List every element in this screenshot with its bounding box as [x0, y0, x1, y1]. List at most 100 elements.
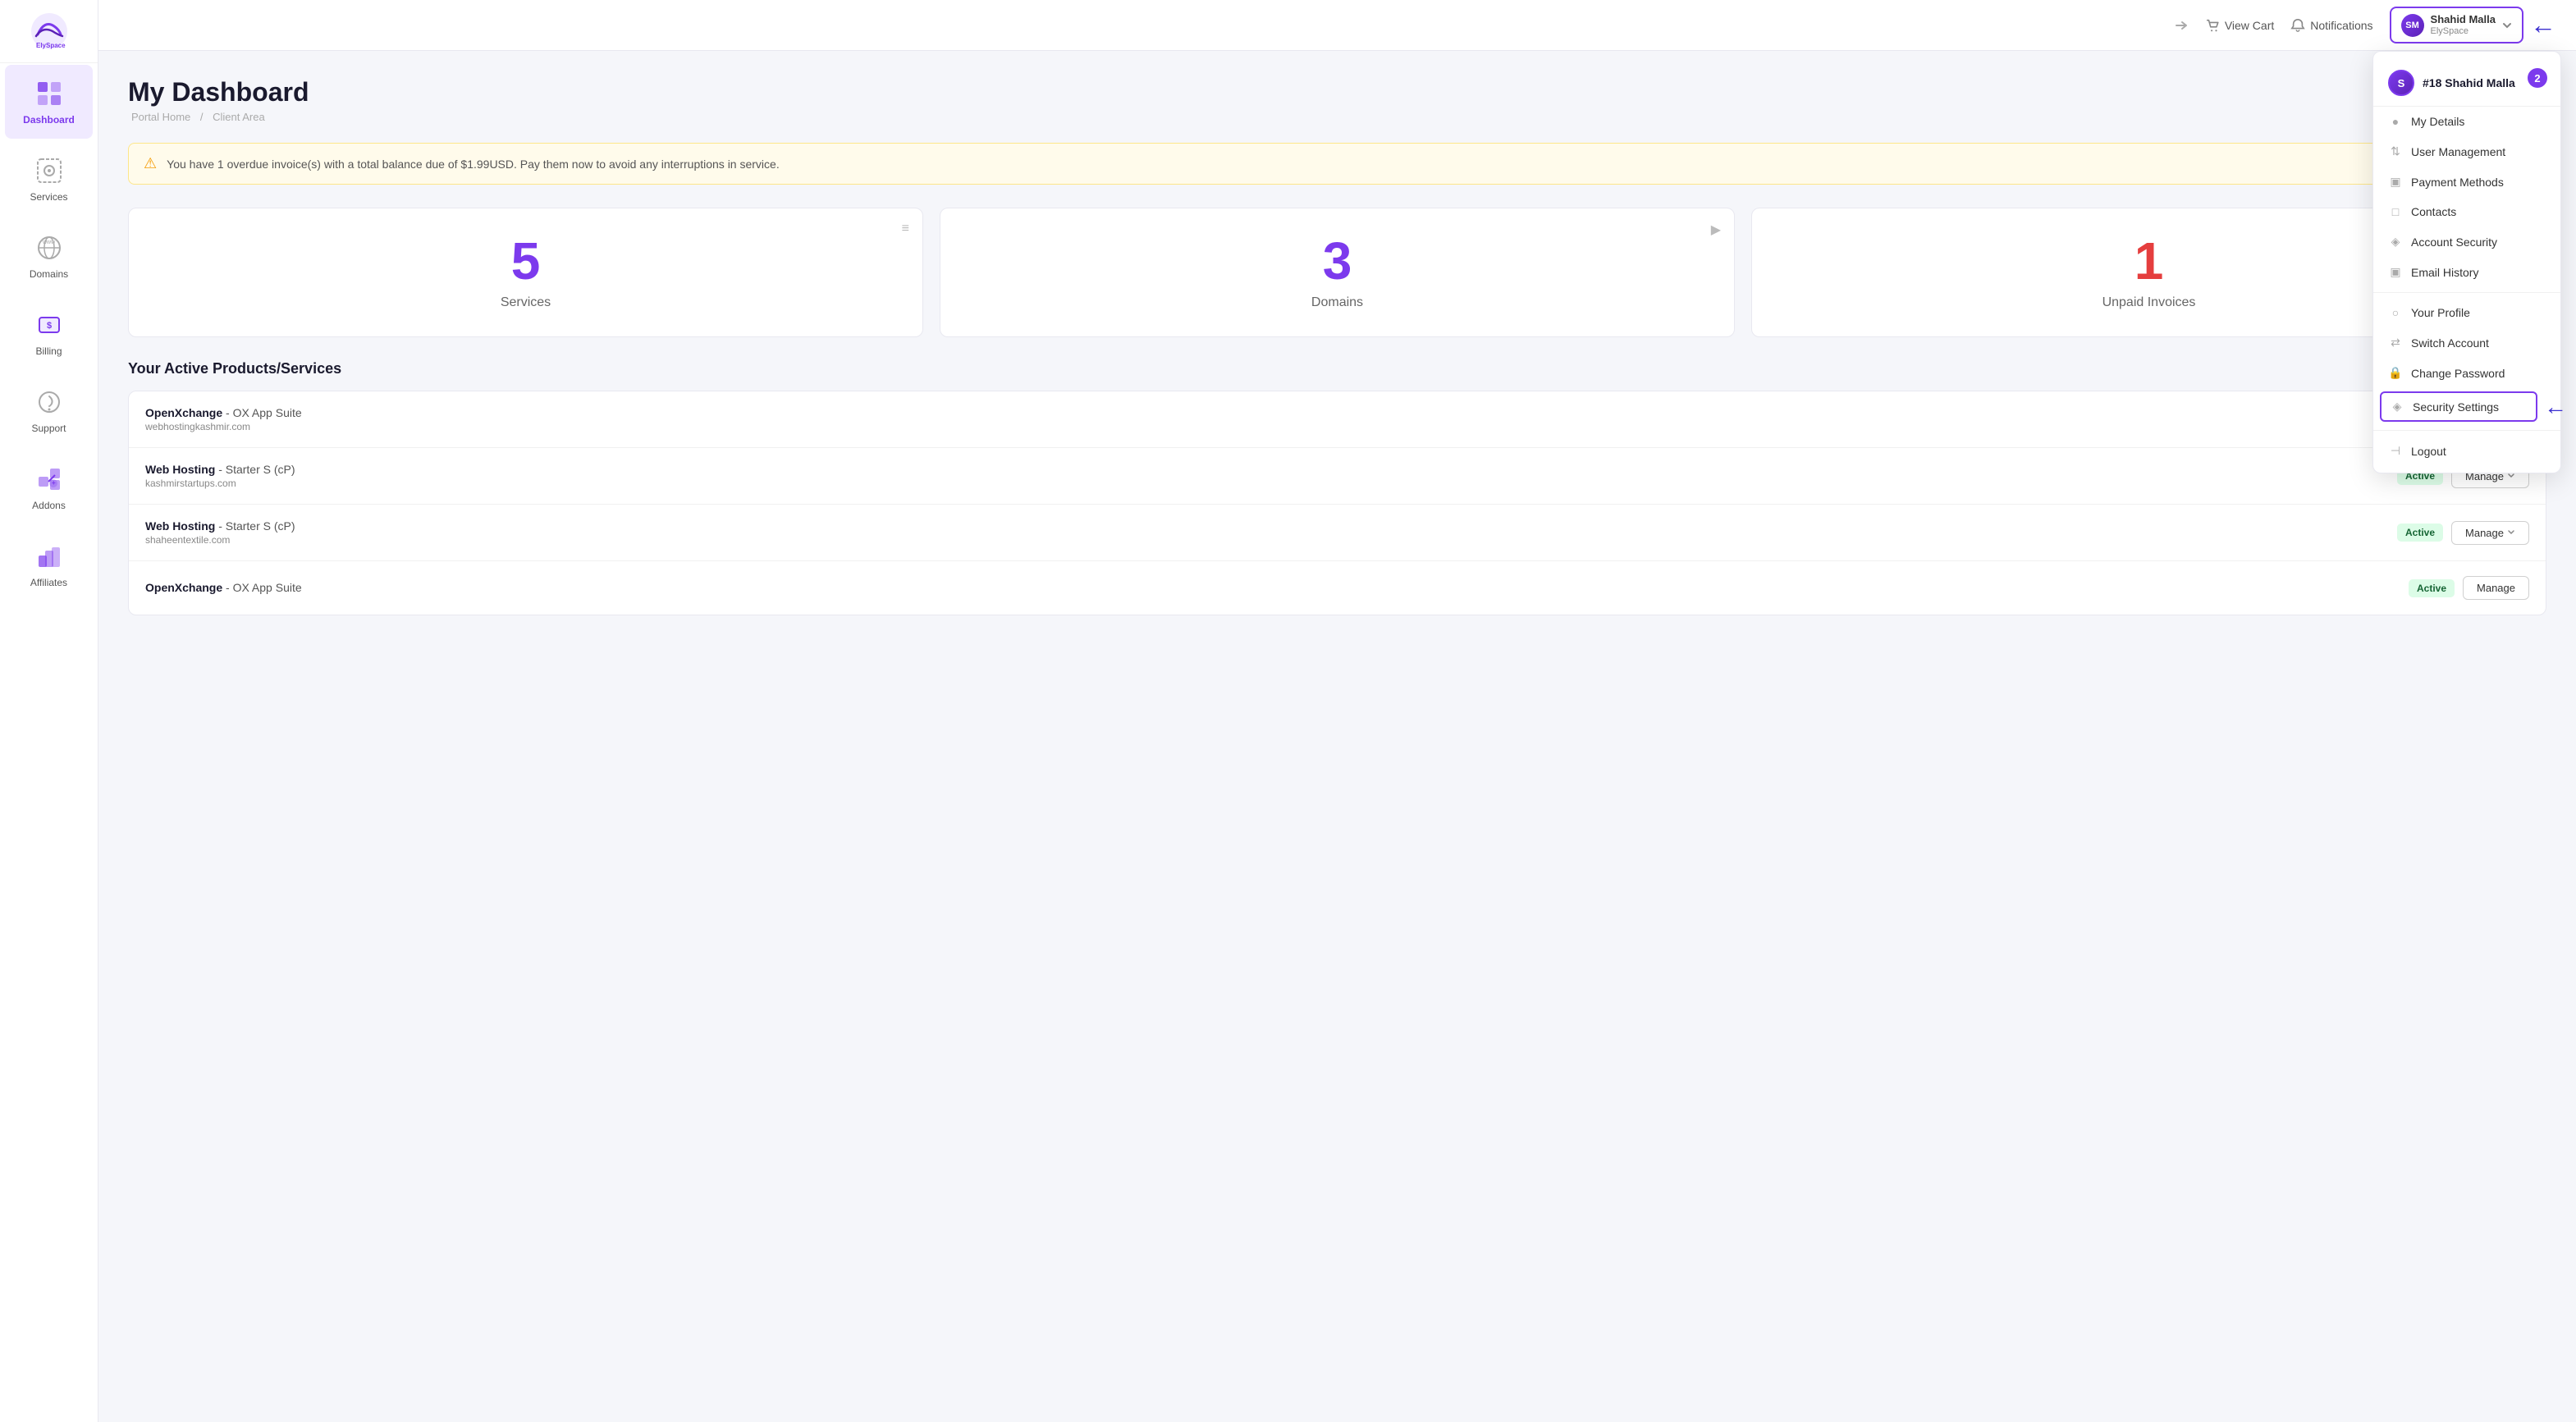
- dropdown-chevron-icon: [2502, 21, 2512, 30]
- dropdown-item-payment-methods[interactable]: ▣ Payment Methods: [2373, 167, 2560, 197]
- dropdown-label-your-profile: Your Profile: [2411, 306, 2470, 319]
- dropdown-label-security-settings: Security Settings: [2413, 400, 2499, 414]
- sidebar-item-addons[interactable]: + Addons: [5, 450, 93, 524]
- product-name-2: Web Hosting - Starter S (cP): [145, 463, 295, 476]
- user-name-label: Shahid Malla: [2431, 13, 2496, 26]
- my-details-icon: ●: [2388, 115, 2403, 128]
- sidebar: ElySpace Dashboard Services: [0, 0, 98, 1422]
- switch-account-icon: ⇄: [2388, 336, 2403, 350]
- breadcrumb-current: Client Area: [213, 111, 265, 123]
- svg-text:$: $: [47, 321, 52, 331]
- product-actions-3: Active Manage: [2397, 521, 2529, 545]
- view-cart-button[interactable]: View Cart: [2205, 18, 2274, 33]
- stat-label-invoices: Unpaid Invoices: [2102, 295, 2196, 310]
- dropdown-item-account-security[interactable]: ◈ Account Security: [2373, 226, 2560, 257]
- table-row: OpenXchange - OX App Suite webhostingkas…: [129, 391, 2546, 448]
- security-settings-icon: ◈: [2390, 400, 2404, 414]
- stat-icon-services: ≡: [902, 222, 909, 236]
- user-dropdown-menu: S #18 Shahid Malla 2 ● My Details ⇅ User…: [2372, 51, 2561, 473]
- topbar: View Cart Notifications SM Shahid Malla …: [98, 0, 2576, 51]
- dropdown-arrow-icon-2: [2507, 528, 2515, 537]
- sidebar-item-label-affiliates: Affiliates: [30, 577, 67, 588]
- notifications-button[interactable]: Notifications: [2290, 18, 2372, 33]
- dropdown-label-logout: Logout: [2411, 445, 2446, 458]
- stat-card-services[interactable]: ≡ 5 Services: [128, 208, 923, 337]
- sidebar-item-affiliates[interactable]: Affiliates: [5, 528, 93, 601]
- stat-number-invoices: 1: [2134, 235, 2164, 287]
- stat-card-domains[interactable]: ▶ 3 Domains: [940, 208, 1735, 337]
- sidebar-item-label-billing: Billing: [35, 345, 62, 357]
- dropdown-item-my-details[interactable]: ● My Details: [2373, 107, 2560, 136]
- svg-text:+: +: [52, 479, 56, 487]
- svg-text:ElySpace: ElySpace: [36, 42, 66, 49]
- stat-icon-domains: ▶: [1711, 222, 1721, 238]
- sidebar-item-label-support: Support: [31, 423, 66, 434]
- sidebar-item-support[interactable]: Support: [5, 373, 93, 447]
- dropdown-account-name: #18 Shahid Malla: [2423, 76, 2515, 89]
- contacts-icon: □: [2388, 205, 2403, 218]
- product-list: OpenXchange - OX App Suite webhostingkas…: [128, 391, 2546, 615]
- breadcrumb: Portal Home / Client Area: [128, 111, 2546, 123]
- notifications-label: Notifications: [2310, 19, 2372, 32]
- sidebar-item-domains[interactable]: www Domains: [5, 219, 93, 293]
- cart-icon: [2205, 18, 2220, 33]
- status-badge-4: Active: [2409, 579, 2455, 597]
- dropdown-label-my-details: My Details: [2411, 115, 2464, 128]
- stat-label-domains: Domains: [1311, 295, 1363, 310]
- status-badge-3: Active: [2397, 524, 2443, 542]
- product-info-1: OpenXchange - OX App Suite webhostingkas…: [145, 406, 302, 432]
- product-domain-3: shaheentextile.com: [145, 534, 295, 546]
- manage-button-3[interactable]: Manage: [2451, 521, 2529, 545]
- sidebar-item-dashboard[interactable]: Dashboard: [5, 65, 93, 139]
- dropdown-label-contacts: Contacts: [2411, 205, 2456, 218]
- billing-icon: $: [34, 309, 65, 341]
- affiliates-icon: [34, 541, 65, 572]
- arrow-annotation-security: ←: [2544, 394, 2567, 420]
- dropdown-item-email-history[interactable]: ▣ Email History: [2373, 257, 2560, 287]
- dropdown-item-security-settings[interactable]: ◈ Security Settings: [2380, 391, 2537, 422]
- product-info-3: Web Hosting - Starter S (cP) shaheentext…: [145, 519, 295, 546]
- dropdown-label-payment-methods: Payment Methods: [2411, 176, 2504, 189]
- dropdown-item-change-password[interactable]: 🔒 Change Password: [2373, 358, 2560, 388]
- bell-icon: [2290, 18, 2305, 33]
- product-domain-1: webhostingkashmir.com: [145, 421, 302, 432]
- breadcrumb-home[interactable]: Portal Home: [131, 111, 190, 123]
- arrow-annotation-topbar: ←: [2530, 10, 2556, 40]
- user-info: Shahid Malla ElySpace: [2431, 13, 2496, 37]
- product-info-2: Web Hosting - Starter S (cP) kashmirstar…: [145, 463, 295, 489]
- dropdown-badge: 2: [2528, 68, 2547, 88]
- user-avatar: SM: [2401, 14, 2424, 37]
- product-info-4: OpenXchange - OX App Suite: [145, 581, 302, 596]
- services-icon: [34, 155, 65, 186]
- breadcrumb-sep: /: [200, 111, 204, 123]
- domains-icon: www: [34, 232, 65, 263]
- dropdown-divider-1: [2373, 292, 2560, 293]
- product-domain-2: kashmirstartups.com: [145, 478, 295, 489]
- dropdown-label-change-password: Change Password: [2411, 367, 2505, 380]
- sidebar-item-label-services: Services: [30, 191, 67, 203]
- dropdown-item-user-management[interactable]: ⇅ User Management: [2373, 136, 2560, 167]
- dropdown-label-account-security: Account Security: [2411, 235, 2497, 249]
- product-name-4: OpenXchange - OX App Suite: [145, 581, 302, 594]
- sidebar-item-services[interactable]: Services: [5, 142, 93, 216]
- table-row: Web Hosting - Starter S (cP) kashmirstar…: [129, 448, 2546, 505]
- main-content: View Cart Notifications SM Shahid Malla …: [98, 0, 2576, 1422]
- user-company-label: ElySpace: [2431, 26, 2496, 37]
- user-menu-container: SM Shahid Malla ElySpace ←: [2390, 7, 2556, 43]
- addons-icon: +: [34, 464, 65, 495]
- page-body: My Dashboard Portal Home / Client Area ⚠…: [98, 51, 2576, 1422]
- forward-button[interactable]: [2174, 18, 2189, 33]
- page-title: My Dashboard: [128, 77, 2546, 107]
- stats-grid: ≡ 5 Services ▶ 3 Domains ⚠ 1 Unpaid Invo…: [128, 208, 2546, 337]
- user-menu-button[interactable]: SM Shahid Malla ElySpace: [2390, 7, 2523, 43]
- dropdown-item-your-profile[interactable]: ○ Your Profile: [2373, 298, 2560, 327]
- sidebar-item-label-addons: Addons: [32, 500, 66, 511]
- dropdown-item-switch-account[interactable]: ⇄ Switch Account: [2373, 327, 2560, 358]
- user-management-icon: ⇅: [2388, 144, 2403, 158]
- sidebar-item-billing[interactable]: $ Billing: [5, 296, 93, 370]
- dropdown-item-contacts[interactable]: □ Contacts: [2373, 197, 2560, 226]
- manage-button-4[interactable]: Manage: [2463, 576, 2529, 600]
- dropdown-divider-2: [2373, 430, 2560, 431]
- dropdown-item-logout[interactable]: ⊣ Logout: [2373, 436, 2560, 466]
- change-password-icon: 🔒: [2388, 366, 2403, 380]
